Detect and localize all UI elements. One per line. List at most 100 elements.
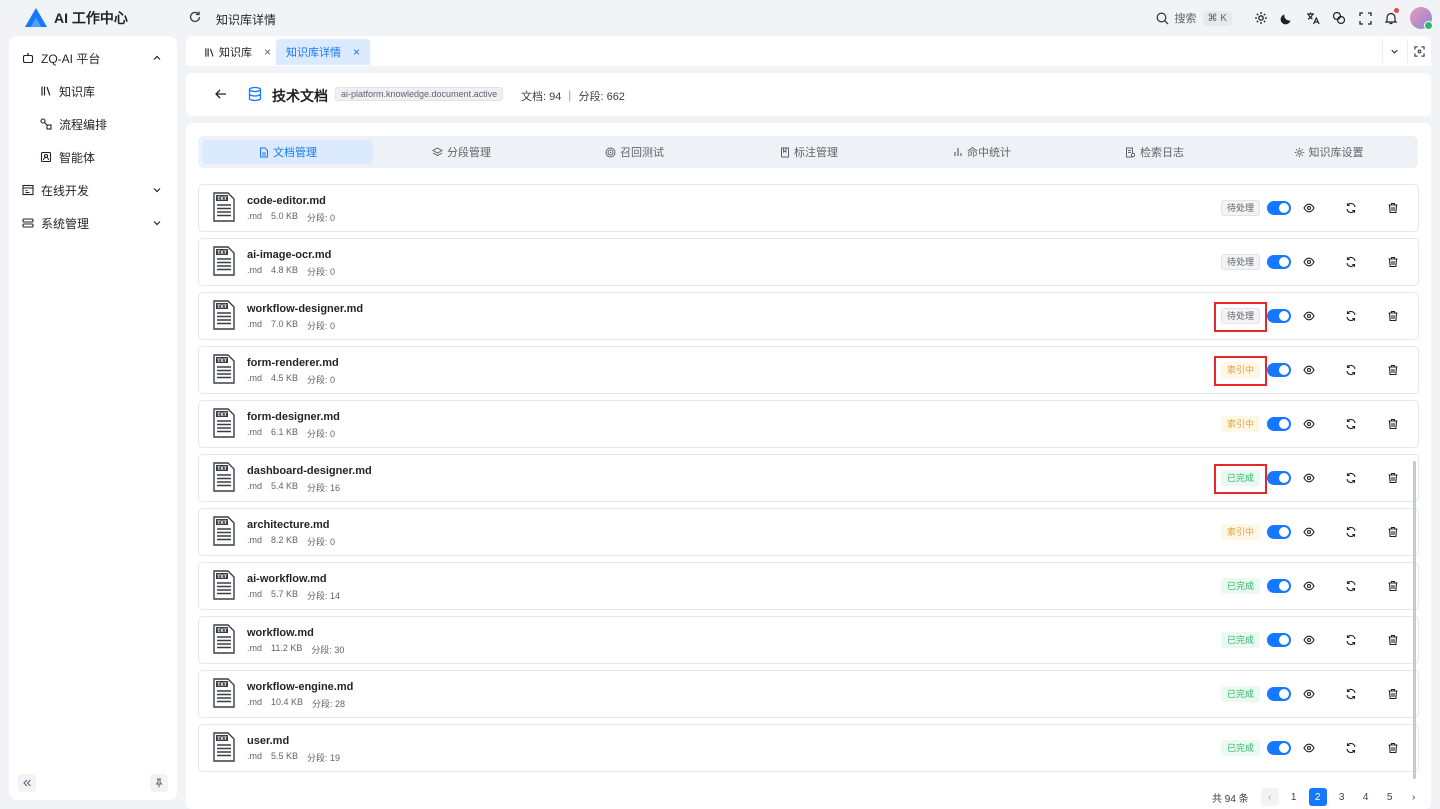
document-name[interactable]: form-renderer.md: [247, 357, 339, 369]
document-name[interactable]: workflow.md: [247, 627, 314, 639]
enable-toggle[interactable]: [1267, 579, 1291, 593]
global-search[interactable]: 搜索 ⌘ K: [1156, 10, 1232, 26]
trash-icon[interactable]: [1385, 524, 1401, 540]
eye-icon[interactable]: [1301, 686, 1317, 702]
close-icon[interactable]: ×: [264, 45, 271, 59]
tab-knowledge-base[interactable]: 知识库 ×: [194, 39, 281, 65]
document-name[interactable]: ai-workflow.md: [247, 573, 327, 585]
sidebar-group-system[interactable]: 系统管理: [9, 209, 177, 237]
subtab-documents[interactable]: 文档管理: [202, 140, 373, 164]
sidebar-group-online-dev[interactable]: 在线开发: [9, 176, 177, 204]
app-logo[interactable]: AI 工作中心: [24, 7, 128, 29]
moon-icon[interactable]: [1274, 6, 1300, 30]
document-row[interactable]: TXT user.md .md 5.5 KB 分段: 19 已完成: [198, 724, 1419, 772]
fullscreen-icon[interactable]: [1352, 6, 1378, 30]
document-name[interactable]: workflow-engine.md: [247, 681, 353, 693]
user-avatar[interactable]: [1410, 7, 1433, 30]
trash-icon[interactable]: [1385, 308, 1401, 324]
trash-icon[interactable]: [1385, 470, 1401, 486]
tab-knowledge-base-detail[interactable]: 知识库详情 ×: [276, 39, 371, 65]
enable-toggle[interactable]: [1267, 525, 1291, 539]
sidebar-group-zq-ai[interactable]: ZQ-AI 平台: [9, 44, 177, 72]
subtab-recall-test[interactable]: 召回测试: [549, 140, 720, 164]
document-row[interactable]: TXT ai-image-ocr.md .md 4.8 KB 分段: 0 待处理: [198, 238, 1419, 286]
tab-maximize-button[interactable]: [1407, 39, 1431, 63]
pin-sidebar-button[interactable]: [150, 774, 168, 792]
document-row[interactable]: TXT workflow-designer.md .md 7.0 KB 分段: 0 待处理: [198, 292, 1419, 340]
arrow-left-icon[interactable]: [214, 87, 228, 101]
eye-icon[interactable]: [1301, 254, 1317, 270]
refresh-icon[interactable]: [1343, 200, 1359, 216]
enable-toggle[interactable]: [1267, 633, 1291, 647]
trash-icon[interactable]: [1385, 200, 1401, 216]
sidebar-item-workflow[interactable]: 流程编排: [9, 110, 177, 138]
enable-toggle[interactable]: [1267, 417, 1291, 431]
next-page-button[interactable]: ›: [1405, 788, 1423, 806]
document-name[interactable]: form-designer.md: [247, 411, 340, 423]
document-name[interactable]: workflow-designer.md: [247, 303, 363, 315]
enable-toggle[interactable]: [1267, 309, 1291, 323]
enable-toggle[interactable]: [1267, 201, 1291, 215]
eye-icon[interactable]: [1301, 416, 1317, 432]
document-name[interactable]: code-editor.md: [247, 195, 326, 207]
trash-icon[interactable]: [1385, 686, 1401, 702]
document-row[interactable]: TXT code-editor.md .md 5.0 KB 分段: 0 待处理: [198, 184, 1419, 232]
document-name[interactable]: ai-image-ocr.md: [247, 249, 331, 261]
document-row[interactable]: TXT ai-workflow.md .md 5.7 KB 分段: 14 已完成: [198, 562, 1419, 610]
subtab-hit-stats[interactable]: 命中统计: [896, 140, 1067, 164]
trash-icon[interactable]: [1385, 362, 1401, 378]
document-name[interactable]: architecture.md: [247, 519, 330, 531]
document-name[interactable]: user.md: [247, 735, 289, 747]
settings-icon[interactable]: [1248, 6, 1274, 30]
document-row[interactable]: TXT workflow-engine.md .md 10.4 KB 分段: 28 已完成: [198, 670, 1419, 718]
sidebar-item-knowledge-base[interactable]: 知识库: [9, 77, 177, 105]
subtab-annotations[interactable]: 标注管理: [723, 140, 894, 164]
refresh-icon[interactable]: [1343, 416, 1359, 432]
refresh-icon[interactable]: [1343, 686, 1359, 702]
theme-icon[interactable]: [1326, 6, 1352, 30]
eye-icon[interactable]: [1301, 524, 1317, 540]
document-row[interactable]: TXT form-designer.md .md 6.1 KB 分段: 0 索引中: [198, 400, 1419, 448]
trash-icon[interactable]: [1385, 740, 1401, 756]
refresh-icon[interactable]: [188, 10, 202, 24]
page-button-current[interactable]: 2: [1308, 788, 1327, 806]
enable-toggle[interactable]: [1267, 741, 1291, 755]
page-button[interactable]: 5: [1381, 788, 1399, 806]
enable-toggle[interactable]: [1267, 471, 1291, 485]
refresh-icon[interactable]: [1343, 578, 1359, 594]
document-row[interactable]: TXT form-renderer.md .md 4.5 KB 分段: 0 索引中: [198, 346, 1419, 394]
subtab-settings[interactable]: 知识库设置: [1243, 140, 1414, 164]
eye-icon[interactable]: [1301, 632, 1317, 648]
close-icon[interactable]: ×: [353, 45, 360, 59]
scrollbar[interactable]: [1413, 461, 1416, 779]
collapse-sidebar-button[interactable]: [18, 774, 36, 792]
eye-icon[interactable]: [1301, 740, 1317, 756]
enable-toggle[interactable]: [1267, 363, 1291, 377]
sidebar-item-agent[interactable]: 智能体: [9, 143, 177, 171]
bell-icon[interactable]: [1378, 6, 1404, 30]
trash-icon[interactable]: [1385, 632, 1401, 648]
subtab-segments[interactable]: 分段管理: [376, 140, 547, 164]
document-row[interactable]: TXT dashboard-designer.md .md 5.4 KB 分段: 16 已…: [198, 454, 1419, 502]
enable-toggle[interactable]: [1267, 687, 1291, 701]
trash-icon[interactable]: [1385, 578, 1401, 594]
refresh-icon[interactable]: [1343, 254, 1359, 270]
eye-icon[interactable]: [1301, 470, 1317, 486]
refresh-icon[interactable]: [1343, 632, 1359, 648]
document-name[interactable]: dashboard-designer.md: [247, 465, 372, 477]
page-button[interactable]: 4: [1357, 788, 1375, 806]
prev-page-button[interactable]: ‹: [1260, 788, 1279, 806]
eye-icon[interactable]: [1301, 308, 1317, 324]
tab-menu-button[interactable]: [1382, 39, 1406, 63]
eye-icon[interactable]: [1301, 362, 1317, 378]
refresh-icon[interactable]: [1343, 524, 1359, 540]
subtab-search-log[interactable]: 检索日志: [1069, 140, 1240, 164]
page-button[interactable]: 3: [1333, 788, 1351, 806]
eye-icon[interactable]: [1301, 200, 1317, 216]
page-button[interactable]: 1: [1285, 788, 1303, 806]
refresh-icon[interactable]: [1343, 362, 1359, 378]
refresh-icon[interactable]: [1343, 470, 1359, 486]
trash-icon[interactable]: [1385, 254, 1401, 270]
enable-toggle[interactable]: [1267, 255, 1291, 269]
refresh-icon[interactable]: [1343, 308, 1359, 324]
